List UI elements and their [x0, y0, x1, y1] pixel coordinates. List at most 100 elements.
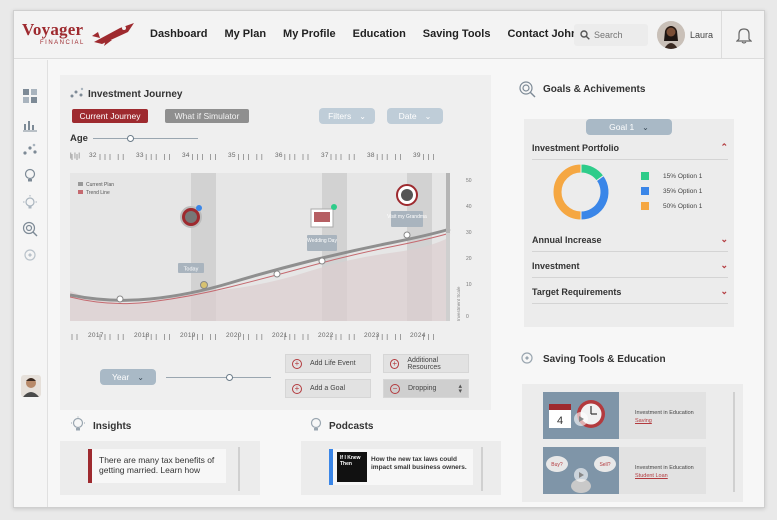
sidebar-item-goals[interactable]: [21, 220, 39, 238]
dropping-label: Dropping: [408, 385, 437, 392]
goal-dropdown[interactable]: Goal 1 ⌄: [586, 119, 672, 135]
insights-scrollbar[interactable]: [238, 447, 240, 491]
podcast-card[interactable]: If I Knew Then How the new tax laws coul…: [329, 449, 473, 485]
search-box[interactable]: [574, 24, 648, 46]
main-nav: Dashboard My Plan My Profile Education S…: [150, 28, 595, 40]
top-bar: Voyager FINANCIAL Dashboard My Plan My P…: [14, 11, 764, 59]
event-marker-wedding[interactable]: Wedding Day: [307, 204, 337, 251]
add-life-event-button[interactable]: + Add Life Event: [285, 354, 371, 373]
user-photo: [657, 21, 685, 49]
filters-label: Filters: [328, 111, 352, 121]
goals-icon: [519, 81, 536, 98]
accordion-target-requirements[interactable]: Target Requirements ⌄: [532, 280, 728, 304]
event-label-today: Today: [184, 267, 199, 273]
add-goal-button[interactable]: + Add a Goal: [285, 379, 371, 398]
accordion-investment[interactable]: Investment ⌄: [532, 254, 728, 278]
saving-card[interactable]: 4 Investment in Education Saving: [543, 392, 706, 439]
chart-point[interactable]: [318, 257, 326, 265]
journey-chart[interactable]: Current Plan Trend Line Today Wedding Da…: [70, 173, 485, 325]
nav-education[interactable]: Education: [353, 28, 406, 40]
sidebar-item-network[interactable]: [21, 141, 39, 159]
chart-point[interactable]: [116, 295, 124, 303]
nav-contact-john[interactable]: Contact John: [507, 28, 577, 40]
insight-text: There are many tax benefits of getting m…: [99, 455, 215, 475]
year-ruler-marks: [71, 334, 434, 340]
brand-logo[interactable]: Voyager FINANCIAL: [22, 20, 134, 46]
saving-card-link[interactable]: Saving: [635, 418, 652, 424]
plus-icon: +: [292, 358, 302, 369]
nav-my-plan[interactable]: My Plan: [224, 28, 266, 40]
brand-name: Voyager: [22, 20, 84, 39]
additional-resources-label: Additional Resources: [407, 356, 441, 371]
legend-current: Current Plan: [86, 182, 114, 188]
year-slider-track[interactable]: [166, 374, 271, 381]
year-dropdown[interactable]: Year ⌄: [100, 369, 156, 385]
portfolio-legend-item: 15% Option 1: [641, 172, 702, 180]
sidebar-item-insights[interactable]: [21, 166, 39, 184]
chevron-down-icon: ⌄: [720, 234, 728, 244]
scatter-icon: [23, 143, 37, 155]
nav-saving-tools[interactable]: Saving Tools: [423, 28, 491, 40]
updown-icon: ▴ ▾: [458, 382, 462, 395]
chart-point-today[interactable]: [200, 281, 208, 289]
chart-point[interactable]: [403, 231, 411, 239]
target-requirements-label: Target Requirements: [532, 286, 622, 297]
tab-current-journey[interactable]: Current Journey: [72, 109, 148, 123]
svg-text:Sell?: Sell?: [599, 462, 610, 468]
add-life-event-label: Add Life Event: [310, 360, 356, 367]
student-loan-card[interactable]: Buy? Sell? Investment in Education Stude…: [543, 447, 706, 494]
sidebar: [14, 60, 48, 507]
year-label: Year: [112, 372, 130, 382]
nav-my-profile[interactable]: My Profile: [283, 28, 336, 40]
accordion-annual-increase[interactable]: Annual Increase ⌄: [532, 228, 728, 252]
svg-text:Buy?: Buy?: [551, 462, 563, 468]
saving-tools-title: Saving Tools & Education: [543, 354, 666, 365]
nav-dashboard[interactable]: Dashboard: [150, 28, 207, 40]
date-dropdown[interactable]: Date ⌄: [387, 108, 443, 124]
chevron-down-icon: ⌄: [720, 260, 728, 270]
sidebar-item-dashboard[interactable]: [21, 87, 39, 105]
accordion-investment-portfolio[interactable]: Investment Portfolio ⌃: [532, 136, 728, 160]
dropping-select[interactable]: − Dropping ▴ ▾: [383, 379, 469, 398]
savings-icon: [24, 249, 36, 261]
annual-increase-label: Annual Increase: [532, 234, 602, 245]
chart-point[interactable]: [273, 270, 281, 278]
saving-card-title: Investment in Education: [635, 410, 694, 416]
notifications-button[interactable]: [721, 11, 764, 59]
chevron-up-icon: ⌃: [720, 142, 728, 152]
saving-scrollbar[interactable]: [733, 392, 735, 492]
brand-subtitle: FINANCIAL: [40, 40, 85, 46]
search-input[interactable]: [594, 30, 648, 40]
calendar-clock-thumbnail[interactable]: 4: [543, 392, 619, 439]
user-avatar[interactable]: [657, 21, 685, 49]
advisor-avatar[interactable]: [21, 375, 41, 397]
sidebar-item-charts[interactable]: [21, 115, 39, 133]
insight-card[interactable]: There are many tax benefits of getting m…: [88, 449, 226, 483]
legend-swatch-current: [78, 182, 83, 186]
user-name[interactable]: Laura: [690, 30, 713, 40]
y-tick: 20: [466, 256, 472, 262]
year-slider-handle[interactable]: [226, 374, 233, 381]
journey-title: Investment Journey: [88, 89, 183, 100]
donut-slice: [552, 163, 582, 221]
chart-scroll-thumb[interactable]: [446, 173, 450, 233]
filters-dropdown[interactable]: Filters ⌄: [319, 108, 375, 124]
sidebar-item-saving[interactable]: [21, 246, 39, 264]
bar-chart-icon: [23, 121, 37, 132]
age-slider-handle[interactable]: [126, 135, 134, 142]
student-loan-card-link[interactable]: Student Loan: [635, 473, 668, 479]
age-slider-track[interactable]: [93, 135, 198, 142]
journey-icon: [70, 87, 84, 98]
investment-label: Investment: [532, 260, 580, 271]
podcast-thumbnail[interactable]: If I Knew Then: [337, 452, 367, 482]
podcasts-scrollbar[interactable]: [481, 447, 483, 491]
buy-sell-thumbnail[interactable]: Buy? Sell?: [543, 447, 619, 494]
additional-resources-button[interactable]: + Additional Resources: [383, 354, 469, 373]
sidebar-item-ideas[interactable]: [21, 193, 39, 211]
tab-what-if-simulator[interactable]: What if Simulator: [165, 109, 249, 123]
chevron-down-icon: ⌄: [137, 372, 144, 382]
age-label: Age: [70, 133, 88, 144]
podcast-text: How the new tax laws could impact small …: [371, 456, 467, 471]
chart-y-axis: 50 40 30 20 10 0 Investment Scale: [456, 178, 472, 321]
year-ruler: 2017 2018 2019 2020 2021 2022 2023 2024: [70, 332, 450, 344]
